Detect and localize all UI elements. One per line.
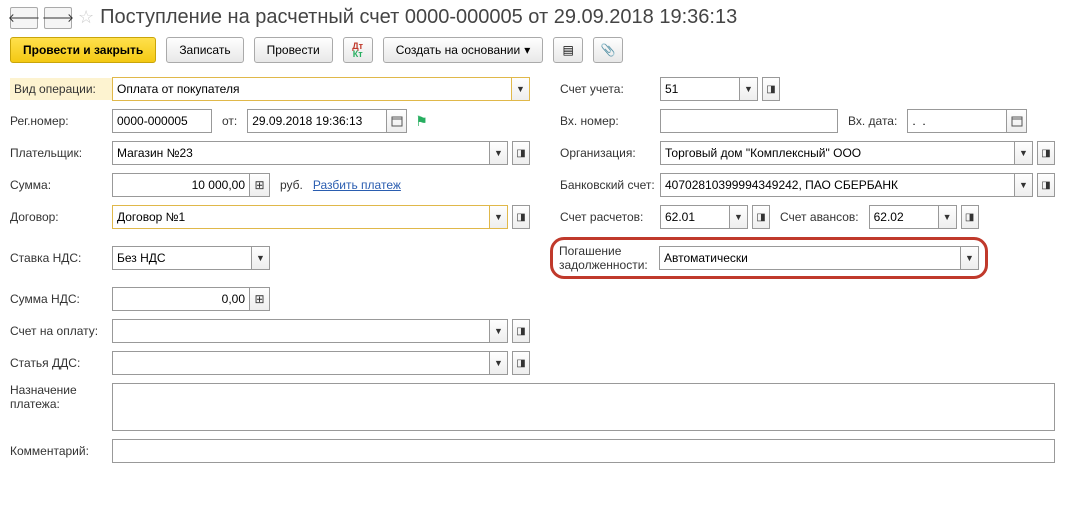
- settlement-acc-dropdown[interactable]: ▼: [730, 205, 748, 229]
- in-date-label: Вх. дата:: [848, 114, 897, 128]
- split-payment-link[interactable]: Разбить платеж: [313, 178, 401, 192]
- bank-account-dropdown[interactable]: ▼: [1015, 173, 1033, 197]
- advance-acc-label: Счет авансов:: [780, 210, 859, 224]
- submit-button[interactable]: Провести: [254, 37, 333, 63]
- advance-acc-dropdown[interactable]: ▼: [939, 205, 957, 229]
- nav-forward-button[interactable]: 🡒: [44, 7, 72, 29]
- purpose-label: Назначение платежа:: [10, 383, 112, 411]
- organization-open[interactable]: ◨: [1037, 141, 1055, 165]
- invoice-label: Счет на оплату:: [10, 324, 112, 338]
- vat-rate-dropdown[interactable]: ▼: [252, 246, 270, 270]
- page-title: Поступление на расчетный счет 0000-00000…: [100, 6, 737, 29]
- account-open[interactable]: ◨: [762, 77, 780, 101]
- payer-dropdown[interactable]: ▼: [490, 141, 508, 165]
- in-number-input[interactable]: [660, 109, 838, 133]
- sum-input[interactable]: [112, 173, 250, 197]
- sum-label: Сумма:: [10, 178, 112, 192]
- debt-input[interactable]: [659, 246, 961, 270]
- debt-label: Погашение задолженности:: [559, 244, 659, 272]
- operation-type-label: Вид операции:: [10, 78, 112, 100]
- settlement-acc-label: Счет расчетов:: [560, 210, 660, 224]
- submit-close-button[interactable]: Провести и закрыть: [10, 37, 156, 63]
- account-input[interactable]: [660, 77, 740, 101]
- favorite-star-icon[interactable]: ☆: [78, 7, 94, 28]
- contract-open[interactable]: ◨: [512, 205, 530, 229]
- bank-account-input[interactable]: [660, 173, 1015, 197]
- check-icon[interactable]: ⚑: [415, 113, 428, 130]
- purpose-textarea[interactable]: [112, 383, 1055, 431]
- attach-button[interactable]: 📎: [593, 37, 623, 63]
- rub-label: руб.: [280, 178, 303, 192]
- reg-number-input[interactable]: [112, 109, 212, 133]
- organization-label: Организация:: [560, 146, 660, 160]
- payer-label: Плательщик:: [10, 146, 112, 160]
- create-based-label: Создать на основании: [396, 43, 521, 57]
- invoice-open[interactable]: ◨: [512, 319, 530, 343]
- in-date-calendar-button[interactable]: [1007, 109, 1027, 133]
- date-input[interactable]: [247, 109, 387, 133]
- vat-sum-label: Сумма НДС:: [10, 292, 112, 306]
- comment-label: Комментарий:: [10, 444, 112, 458]
- create-based-button[interactable]: Создать на основании ▾: [383, 37, 544, 63]
- payer-open[interactable]: ◨: [512, 141, 530, 165]
- vat-sum-input[interactable]: [112, 287, 250, 311]
- organization-dropdown[interactable]: ▼: [1015, 141, 1033, 165]
- from-label: от:: [222, 114, 237, 128]
- debt-dropdown[interactable]: ▼: [961, 246, 979, 270]
- account-dropdown[interactable]: ▼: [740, 77, 758, 101]
- contract-input[interactable]: [112, 205, 490, 229]
- comment-input[interactable]: [112, 439, 1055, 463]
- operation-type-dropdown[interactable]: ▼: [512, 77, 530, 101]
- operation-type-input[interactable]: [112, 77, 512, 101]
- advance-acc-open[interactable]: ◨: [961, 205, 979, 229]
- in-date-input[interactable]: [907, 109, 1007, 133]
- dds-open[interactable]: ◨: [512, 351, 530, 375]
- dds-input[interactable]: [112, 351, 490, 375]
- invoice-input[interactable]: [112, 319, 490, 343]
- chevron-down-icon: ▾: [524, 43, 530, 57]
- bank-account-label: Банковский счет:: [560, 178, 660, 192]
- in-number-label: Вх. номер:: [560, 114, 660, 128]
- contract-dropdown[interactable]: ▼: [490, 205, 508, 229]
- account-label: Счет учета:: [560, 82, 660, 96]
- save-button[interactable]: Записать: [166, 37, 243, 63]
- settlement-acc-input[interactable]: [660, 205, 730, 229]
- dds-label: Статья ДДС:: [10, 356, 112, 370]
- nav-back-button[interactable]: 🡐: [10, 7, 38, 29]
- debt-highlight-box: Погашение задолженности: ▼: [550, 237, 988, 279]
- sum-calc-button[interactable]: ⊞: [250, 173, 270, 197]
- bank-account-open[interactable]: ◨: [1037, 173, 1055, 197]
- date-calendar-button[interactable]: [387, 109, 407, 133]
- contract-label: Договор:: [10, 210, 112, 224]
- payer-input[interactable]: [112, 141, 490, 165]
- dds-dropdown[interactable]: ▼: [490, 351, 508, 375]
- vat-rate-input[interactable]: [112, 246, 252, 270]
- organization-input[interactable]: [660, 141, 1015, 165]
- vat-rate-label: Ставка НДС:: [10, 251, 112, 265]
- vat-sum-calc-button[interactable]: ⊞: [250, 287, 270, 311]
- settlement-acc-open[interactable]: ◨: [752, 205, 770, 229]
- advance-acc-input[interactable]: [869, 205, 939, 229]
- reg-number-label: Рег.номер:: [10, 114, 112, 128]
- invoice-dropdown[interactable]: ▼: [490, 319, 508, 343]
- report-button[interactable]: ▤: [553, 37, 583, 63]
- dtkt-button[interactable]: ДтКт: [343, 37, 373, 63]
